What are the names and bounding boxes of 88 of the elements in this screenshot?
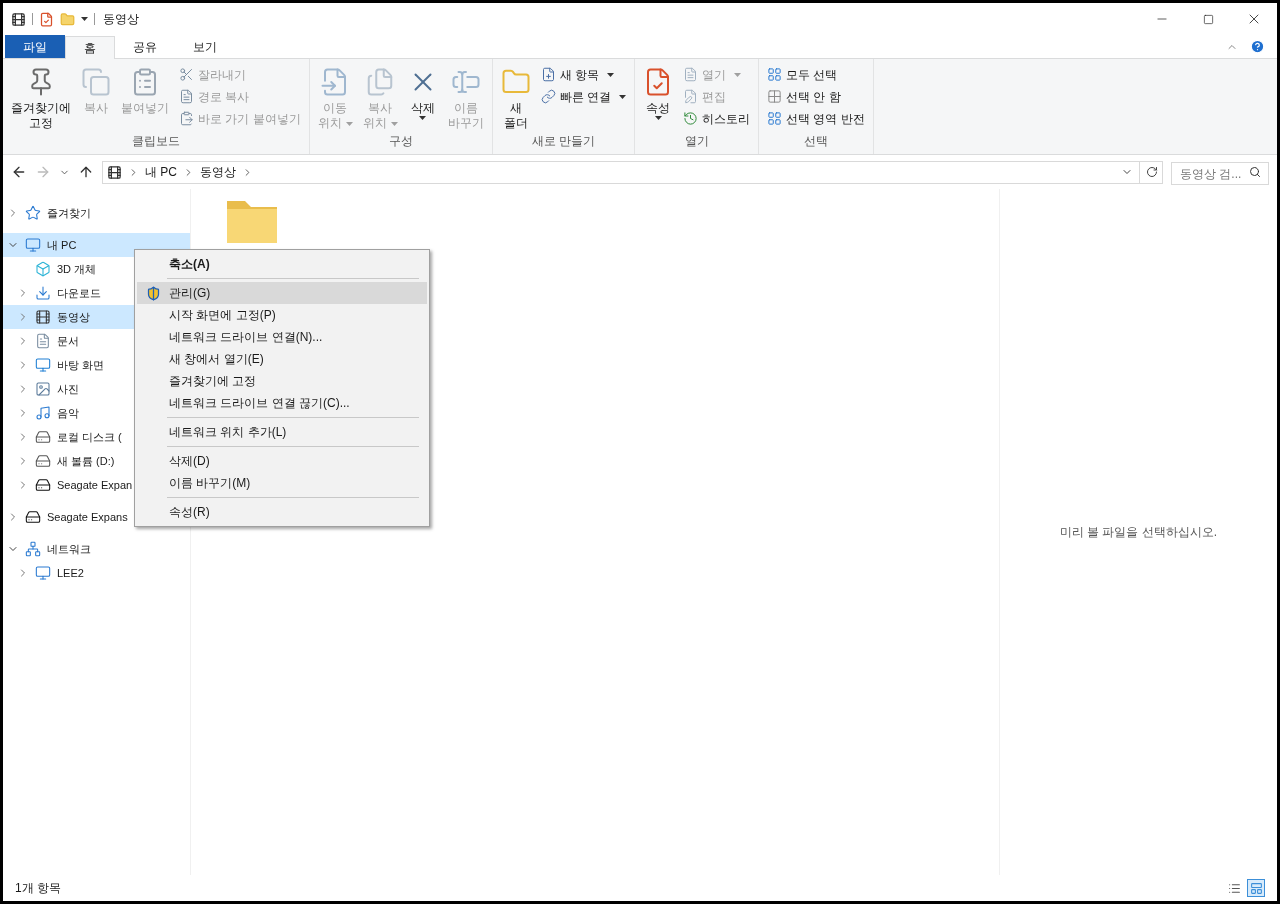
maximize-icon	[1202, 13, 1214, 25]
external-drive-icon	[35, 477, 51, 493]
ribbon-button[interactable]: 삭제	[403, 63, 442, 132]
menu-item[interactable]: 네트워크 드라이브 연결 끊기(C)...	[137, 392, 427, 414]
caret-icon	[390, 121, 398, 126]
film-icon	[35, 309, 51, 325]
ribbon-group-label: 열기	[683, 133, 710, 150]
up-icon[interactable]	[78, 164, 94, 180]
caret-icon	[81, 17, 88, 21]
search-field[interactable]: 동영상 검...	[1171, 162, 1269, 185]
forward-icon[interactable]	[35, 164, 51, 180]
external-drive-icon	[25, 509, 41, 525]
download-icon	[35, 285, 51, 301]
copy-icon	[81, 67, 111, 97]
scissors-icon	[179, 67, 194, 82]
drive-icon	[35, 453, 51, 469]
ribbon-small-button[interactable]: 선택 안 함	[767, 87, 865, 106]
music-icon	[35, 405, 51, 421]
history-icon	[683, 111, 698, 126]
star-icon	[25, 205, 41, 221]
network-icon	[25, 541, 41, 557]
ribbon-tab[interactable]: 홈	[65, 36, 115, 59]
menu-item[interactable]: 새 창에서 열기(E)	[137, 348, 427, 370]
ribbon-tab[interactable]: 파일	[5, 35, 65, 58]
ribbon-tab[interactable]: 공유	[115, 35, 175, 58]
menu-item[interactable]: 삭제(D)	[137, 450, 427, 472]
picture-icon	[35, 381, 51, 397]
nav-item[interactable]: 내 PC	[3, 233, 190, 257]
nav-item[interactable]: LEE2	[3, 561, 190, 585]
ribbon-group-label: 구성	[387, 133, 414, 150]
help-icon[interactable]	[1250, 39, 1265, 54]
film-icon	[107, 164, 122, 180]
nav-item[interactable]: 네트워크	[3, 537, 190, 561]
ribbon-group-label: 새로 만들기	[530, 133, 596, 150]
menu-item[interactable]: 이름 바꾸기(M)	[137, 472, 427, 494]
computer-icon	[35, 565, 51, 581]
caret-icon	[345, 121, 353, 126]
document-icon	[35, 333, 51, 349]
caret-icon	[619, 94, 626, 99]
menu-item[interactable]: 즐겨찾기에 고정	[137, 370, 427, 392]
tiles-icon	[1249, 881, 1263, 895]
menu-item[interactable]: 관리(G)	[137, 282, 427, 304]
window-title: 동영상	[103, 11, 139, 28]
back-icon[interactable]	[11, 164, 27, 180]
ribbon-tab[interactable]: 보기	[175, 35, 235, 58]
caret-icon	[607, 72, 614, 77]
computer-icon	[25, 237, 41, 253]
link-icon	[540, 89, 556, 104]
shortcut-icon	[179, 111, 194, 126]
edit-icon	[683, 89, 698, 104]
properties-icon[interactable]	[39, 11, 54, 27]
caret-icon	[654, 116, 662, 120]
ribbon-small-button[interactable]: 선택 영역 반전	[767, 109, 865, 128]
breadcrumb[interactable]: 동영상	[200, 163, 236, 181]
caret-icon	[734, 72, 741, 77]
address-field[interactable]: 내 PC 동영상	[102, 160, 1163, 184]
list-icon	[1227, 881, 1241, 895]
preview-message: 미리 볼 파일을 선택하십시오.	[1059, 524, 1218, 541]
drive-icon	[35, 429, 51, 445]
ribbon-button[interactable]: 즐겨찾기에 고정	[7, 63, 75, 132]
folder-icon[interactable]	[60, 11, 75, 27]
ribbon-small-button[interactable]: 모두 선택	[767, 65, 865, 84]
breadcrumb[interactable]: 내 PC	[145, 163, 177, 181]
search-icon	[1249, 165, 1261, 178]
item-count: 1개 항목	[15, 880, 61, 897]
select-none-icon	[767, 89, 782, 104]
ribbon-button[interactable]: 새 폴더	[496, 63, 535, 132]
new-item-icon	[540, 67, 556, 82]
nav-item[interactable]: 즐겨찾기	[3, 201, 190, 225]
desktop-icon	[35, 357, 51, 373]
folder-icon[interactable]	[227, 201, 277, 243]
large-icons-view-button[interactable]	[1247, 879, 1265, 897]
shield-icon	[145, 285, 161, 301]
ribbon-group-label: 클립보드	[130, 133, 181, 150]
caret-icon	[419, 116, 427, 120]
ribbon-small-button[interactable]: 새 항목	[540, 65, 626, 84]
cube-icon	[35, 261, 51, 277]
menu-item[interactable]: 네트워크 위치 추가(L)	[137, 421, 427, 443]
menu-item[interactable]: 네트워크 드라이브 연결(N)...	[137, 326, 427, 348]
ribbon-button[interactable]: 속성	[639, 63, 677, 132]
menu-item[interactable]: 속성(R)	[137, 501, 427, 523]
ribbon-small-button[interactable]: 빠른 연결	[540, 87, 626, 106]
film-icon	[11, 11, 26, 27]
select-all-icon	[767, 67, 782, 82]
ribbon-small-button[interactable]: 히스토리	[683, 109, 750, 128]
invert-selection-icon	[767, 111, 782, 126]
refresh-icon[interactable]	[1146, 166, 1158, 178]
ribbon-group-label: 선택	[802, 133, 829, 150]
